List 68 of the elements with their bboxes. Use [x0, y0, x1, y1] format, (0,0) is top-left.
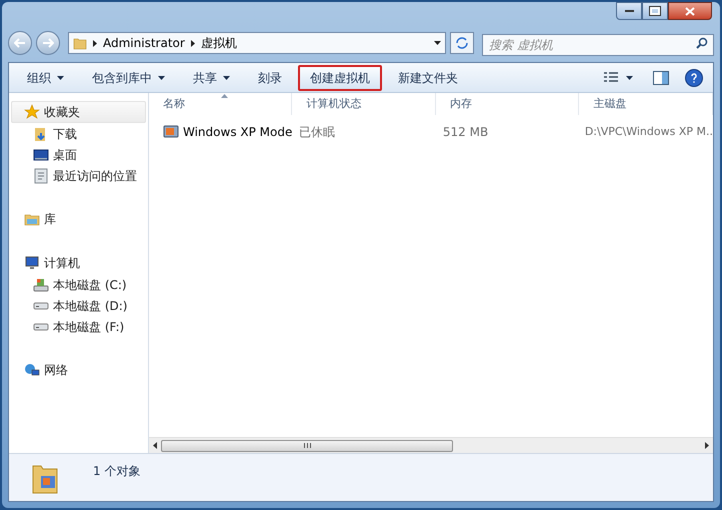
computer-icon — [24, 255, 40, 271]
caret-icon — [223, 76, 230, 80]
scroll-left-icon — [153, 442, 157, 449]
scroll-right-icon — [705, 442, 709, 449]
sort-arrow-icon — [221, 94, 228, 98]
sidebar-item[interactable]: 桌面 — [9, 144, 148, 165]
desktop-icon — [33, 146, 49, 162]
maximize-button[interactable] — [642, 2, 668, 20]
item-count: 1 个对象 — [93, 463, 140, 480]
sidebar-item[interactable]: 本地磁盘 (D:) — [9, 295, 148, 316]
forward-button[interactable] — [36, 31, 60, 55]
sidebar-item[interactable]: 下载 — [9, 123, 148, 144]
scrollbar-thumb[interactable] — [161, 440, 453, 452]
preview-pane-icon — [653, 70, 669, 84]
toolbar-button[interactable]: 包含到库中 — [80, 64, 177, 90]
table-cell: Windows XP Mode — [149, 123, 293, 141]
close-button[interactable] — [668, 2, 712, 20]
caret-icon — [158, 76, 165, 80]
details-view-icon — [604, 72, 618, 84]
column-header[interactable]: 名称 — [149, 93, 292, 115]
search-icon — [696, 37, 708, 49]
close-icon — [685, 6, 695, 16]
sidebar-item[interactable]: 计算机 — [11, 252, 146, 274]
toolbar-button[interactable]: 组织 — [15, 64, 76, 90]
toolbar-button[interactable]: 新建文件夹 — [386, 64, 470, 90]
sidebar-item[interactable]: 库 — [11, 208, 146, 230]
chevron-right-icon — [93, 40, 97, 46]
dropdown-caret-icon — [434, 41, 441, 45]
star-icon — [24, 104, 40, 120]
back-arrow-icon — [14, 38, 26, 48]
back-button[interactable] — [8, 31, 32, 55]
toolbar-button[interactable]: 创建虚拟机 — [298, 64, 382, 90]
table-row[interactable]: Windows XP Mode 已休眠 512 MB D:\VPC\Windows XP M.. — [149, 121, 713, 143]
column-header[interactable]: 计算机状态 — [292, 93, 436, 115]
toolbar-button[interactable]: 共享 — [181, 64, 242, 90]
column-header[interactable]: 主磁盘 — [579, 93, 713, 115]
address-field[interactable]: Administrator 虚拟机 — [68, 32, 446, 54]
sidebar-item[interactable]: 最近访问的位置 — [9, 165, 148, 186]
recent-places-icon — [33, 168, 49, 184]
caret-icon — [57, 76, 64, 80]
table-cell-text: 512 MB — [442, 124, 490, 141]
sidebar-item[interactable]: 收藏夹 — [11, 101, 146, 123]
help-icon — [691, 72, 697, 82]
drive-icon — [33, 302, 49, 310]
table-cell-text: 已休眠 — [298, 124, 336, 141]
toolbar-button[interactable]: 刻录 — [246, 64, 294, 90]
breadcrumb-item[interactable]: Administrator — [103, 34, 185, 52]
grip-icon — [304, 443, 310, 448]
forward-arrow-icon — [42, 38, 54, 48]
chevron-right-icon — [190, 40, 195, 46]
system-drive-icon — [33, 276, 49, 292]
caret-icon — [626, 76, 633, 80]
horizontal-scrollbar[interactable] — [149, 437, 713, 453]
refresh-icon — [455, 37, 469, 49]
minimize-button[interactable] — [616, 2, 642, 20]
network-icon — [24, 362, 40, 378]
help-button[interactable] — [685, 68, 703, 86]
column-header[interactable]: 内存 — [436, 93, 580, 115]
search-field[interactable]: 搜索 虚拟机 — [482, 34, 714, 56]
drive-icon — [33, 322, 49, 330]
virtual-machine-icon — [163, 125, 179, 139]
sidebar-item[interactable]: 网络 — [11, 359, 146, 381]
sidebar-item[interactable]: 本地磁盘 (F:) — [9, 316, 148, 337]
refresh-button[interactable] — [450, 32, 474, 54]
folder-icon — [73, 36, 87, 50]
breadcrumb-item[interactable]: 虚拟机 — [200, 34, 237, 52]
sidebar-item[interactable]: 本地磁盘 (C:) — [9, 274, 148, 295]
table-cell-text: D:\VPC\Windows XP M.. — [584, 124, 713, 140]
